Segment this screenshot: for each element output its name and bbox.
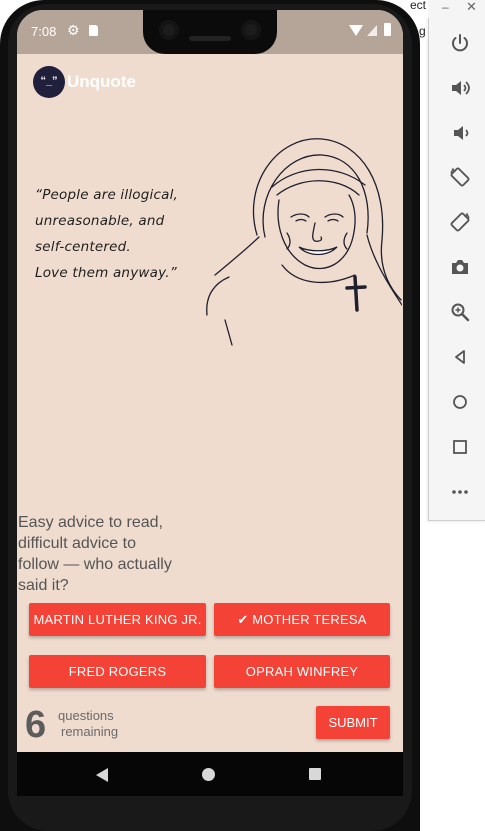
quote-line: “People are illogical, [35,187,179,203]
clipped-window-text-2: g [419,24,426,38]
emulator-toolbar: g [419,18,485,521]
volume-up-icon[interactable] [449,77,471,99]
question-line: said it? [18,577,69,594]
front-camera [159,20,179,40]
front-camera-2 [241,20,261,40]
remaining-line-2: remaining [61,724,119,739]
navigation-bar [17,752,403,796]
remaining-label: questions remaining [58,708,118,740]
earpiece-speaker [189,36,231,41]
app-title: Unquote [67,72,136,91]
remaining-line-1: questions [58,708,114,723]
question-line: Easy advice to read, [18,514,163,531]
home-icon[interactable] [449,391,471,413]
device-screen: 7:08 ⚙ “_” Unquote “People are illogical… [17,10,403,796]
rotate-right-icon[interactable] [449,211,471,233]
answer-button-oprah[interactable]: Oprah Winfrey [214,655,390,688]
rotate-left-icon[interactable] [449,166,471,188]
submit-label: Submit [328,715,378,730]
more-icon[interactable] [449,481,471,503]
quote-line: self-centered. [35,239,131,255]
remaining-count: 6 [25,704,47,746]
nav-back-icon[interactable] [96,768,108,782]
camera-notch [143,10,277,54]
answer-button-mlk[interactable]: Martin Luther King Jr. [29,603,206,636]
zoom-icon[interactable] [449,301,471,323]
battery-icon [384,23,391,36]
quote-line: Love them anyway.” [35,265,177,281]
settings-icon: ⚙ [67,22,80,38]
wifi-icon [349,25,363,36]
back-icon[interactable] [449,346,471,368]
volume-down-icon[interactable] [449,122,471,144]
close-button[interactable]: ✕ [466,0,477,15]
question-line: follow — who actually [18,556,172,573]
sd-card-icon [89,25,98,36]
nav-recents-icon[interactable] [309,768,321,780]
clipped-window-text: ect [410,0,427,12]
answer-button-fred-rogers[interactable]: Fred Rogers [29,655,206,688]
overview-icon[interactable] [449,436,471,458]
quote-line: unreasonable, and [35,213,165,229]
status-time: 7:08 [31,24,57,39]
power-icon[interactable] [449,32,471,54]
question-text: Easy advice to read, difficult advice to… [18,512,204,596]
minimize-button[interactable]: – [442,0,449,14]
question-line: difficult advice to [18,535,136,552]
app-logo: “_” [33,66,65,98]
signal-icon [367,25,377,36]
answer-button-mother-teresa[interactable]: ✔ Mother Teresa [214,603,390,636]
camera-icon[interactable] [449,256,471,278]
phone-frame: 7:08 ⚙ “_” Unquote “People are illogical… [0,0,420,831]
quote-text: “People are illogical, unreasonable, and… [35,182,205,286]
nav-home-icon[interactable] [202,768,215,781]
submit-button[interactable]: Submit [316,706,390,739]
portrait-illustration [206,138,402,346]
